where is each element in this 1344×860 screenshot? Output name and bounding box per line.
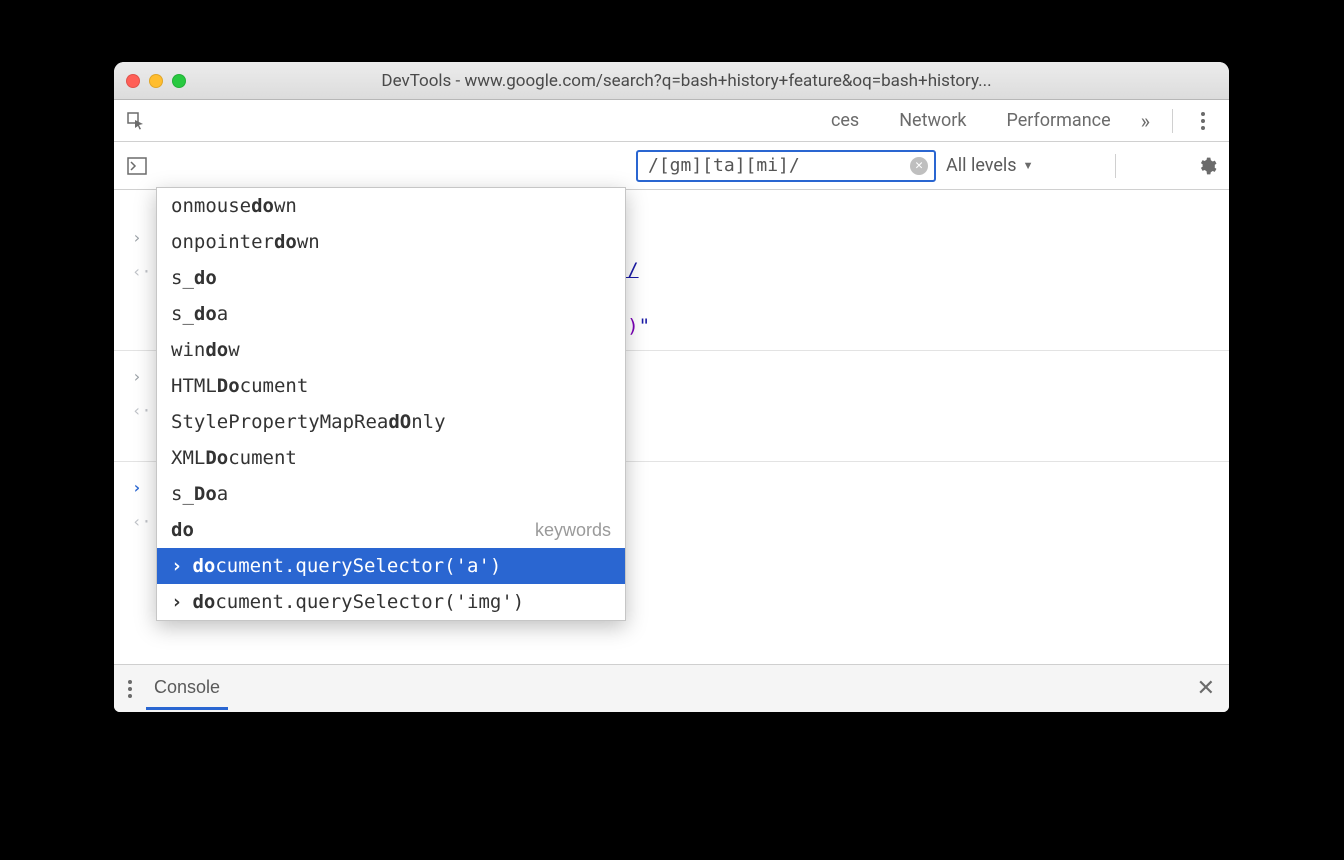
autocomplete-item-label: HTMLDocument [171, 371, 308, 401]
window-title: DevTools - www.google.com/search?q=bash+… [196, 71, 1217, 91]
autocomplete-item-label: StylePropertyMapReadOnly [171, 407, 446, 437]
filter-input[interactable]: /[gm][ta][mi]/ ✕ [636, 150, 936, 182]
autocomplete-history-item[interactable]: › document.querySelector('a') [157, 548, 625, 584]
return-arrow-icon: ‹· [132, 506, 158, 536]
log-levels-label: All levels [946, 155, 1017, 176]
titlebar: DevTools - www.google.com/search?q=bash+… [114, 62, 1229, 100]
close-drawer-icon[interactable]: ✕ [1197, 676, 1215, 701]
expand-icon[interactable]: › [132, 222, 158, 252]
log-levels-dropdown[interactable]: All levels ▼ [946, 155, 1033, 176]
zoom-window-button[interactable] [172, 74, 186, 88]
autocomplete-item[interactable]: window [157, 332, 625, 368]
autocomplete-dropdown: onmousedown onpointerdown s_do s_doawindow H… [156, 187, 626, 621]
autocomplete-item-label: s_do [171, 263, 217, 293]
drawer: Console ✕ [114, 664, 1229, 712]
prompt-chevron-icon: › [132, 472, 158, 502]
autocomplete-history-item[interactable]: › document.querySelector('img') [157, 584, 625, 620]
autocomplete-item[interactable]: onmousedown [157, 188, 625, 224]
more-tabs-button[interactable]: » [1141, 109, 1150, 133]
separator [1172, 109, 1173, 133]
traffic-lights [126, 74, 186, 88]
clear-filter-icon[interactable]: ✕ [910, 157, 928, 175]
history-chevron-icon: › [171, 587, 182, 617]
console-settings-icon[interactable] [1197, 156, 1217, 176]
drawer-menu-icon[interactable] [128, 680, 132, 698]
autocomplete-item[interactable]: s_do [157, 260, 625, 296]
panel-tabs: ces Network Performance [831, 110, 1111, 131]
drawer-tab-console[interactable]: Console [146, 667, 228, 710]
autocomplete-item-label: s_doa [171, 299, 228, 329]
chevron-down-icon: ▼ [1023, 159, 1034, 172]
autocomplete-item-label: onpointerdown [171, 227, 320, 257]
autocomplete-hint: keywords [535, 515, 611, 545]
separator [1115, 154, 1116, 178]
return-arrow-icon: ‹· [132, 256, 158, 286]
close-window-button[interactable] [126, 74, 140, 88]
history-chevron-icon: › [171, 551, 182, 581]
inspect-element-icon[interactable] [124, 111, 148, 131]
autocomplete-item[interactable]: XMLDocument [157, 440, 625, 476]
autocomplete-item-label: onmousedown [171, 191, 297, 221]
return-arrow-icon: ‹· [132, 395, 158, 425]
autocomplete-item[interactable]: s_doa [157, 296, 625, 332]
tab-network[interactable]: Network [899, 110, 966, 131]
autocomplete-item-label: s_Doa [171, 479, 228, 509]
autocomplete-item-label: do [171, 515, 194, 545]
autocomplete-item-label: document.querySelector('img') [192, 587, 524, 617]
tab-sources-partial[interactable]: ces [831, 110, 859, 131]
panel-tabs-row: ces Network Performance » [114, 100, 1229, 142]
autocomplete-item-label: XMLDocument [171, 443, 297, 473]
console-body: onmousedown onpointerdown s_do s_doawindow H… [114, 190, 1229, 664]
tab-performance[interactable]: Performance [1007, 110, 1111, 131]
autocomplete-item-label: document.querySelector('a') [192, 551, 501, 581]
minimize-window-button[interactable] [149, 74, 163, 88]
autocomplete-item[interactable]: s_Doa [157, 476, 625, 512]
autocomplete-item[interactable]: StylePropertyMapReadOnly [157, 404, 625, 440]
expand-icon[interactable]: › [132, 361, 158, 391]
filter-input-value: /[gm][ta][mi]/ [648, 155, 904, 176]
console-toolbar: /[gm][ta][mi]/ ✕ All levels ▼ [114, 142, 1229, 190]
autocomplete-item[interactable]: onpointerdown [157, 224, 625, 260]
autocomplete-item[interactable]: do keywords [157, 512, 625, 548]
toggle-console-sidebar-icon[interactable] [126, 155, 148, 177]
autocomplete-item[interactable]: HTMLDocument [157, 368, 625, 404]
settings-menu-icon[interactable] [1193, 112, 1213, 130]
autocomplete-item-label: window [171, 335, 240, 365]
devtools-window: DevTools - www.google.com/search?q=bash+… [114, 62, 1229, 712]
